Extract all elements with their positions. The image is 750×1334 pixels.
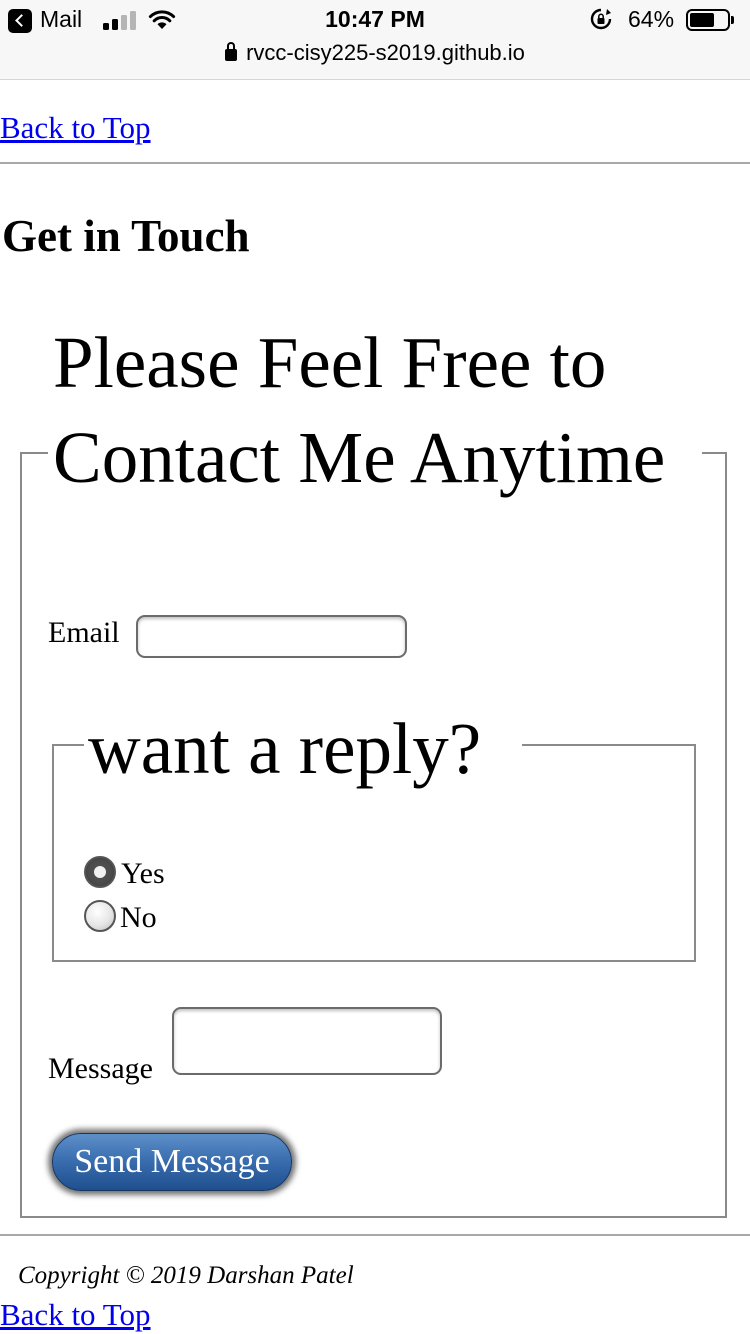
copyright-text: Copyright © 2019 Darshan Patel <box>18 1262 354 1289</box>
fieldset-border-segment <box>52 744 84 746</box>
message-field[interactable] <box>172 1007 442 1075</box>
radio-yes-label[interactable]: Yes <box>121 857 165 891</box>
contact-form-legend: Please Feel Free to Contact Me Anytime <box>53 322 666 498</box>
back-to-top-link-bottom[interactable]: Back to Top <box>0 1297 151 1333</box>
send-message-button[interactable]: Send Message <box>52 1133 292 1191</box>
radio-no-label[interactable]: No <box>120 901 157 935</box>
fieldset-border-segment <box>20 452 48 454</box>
message-label: Message <box>48 1052 153 1085</box>
divider-bottom <box>0 1234 750 1236</box>
fieldset-border-segment <box>702 452 727 454</box>
battery-icon <box>686 9 734 31</box>
reply-legend: want a reply? <box>88 708 482 789</box>
radio-no[interactable] <box>84 900 116 932</box>
page-heading: Get in Touch <box>2 211 250 261</box>
email-field[interactable] <box>136 615 407 658</box>
email-label: Email <box>48 616 120 649</box>
radio-yes[interactable] <box>84 856 116 888</box>
ios-status-bar: Mail 10:47 PM 64% rvcc-cisy225-s2019.git… <box>0 0 750 80</box>
orientation-lock-icon <box>590 8 612 30</box>
padlock-icon <box>225 42 238 61</box>
address-bar[interactable]: rvcc-cisy225-s2019.github.io <box>0 40 750 66</box>
url-text: rvcc-cisy225-s2019.github.io <box>246 40 525 65</box>
battery-percentage: 64% <box>628 6 675 32</box>
back-to-top-link-top[interactable]: Back to Top <box>0 110 151 146</box>
fieldset-border-segment <box>522 744 696 746</box>
divider-top <box>0 162 750 164</box>
